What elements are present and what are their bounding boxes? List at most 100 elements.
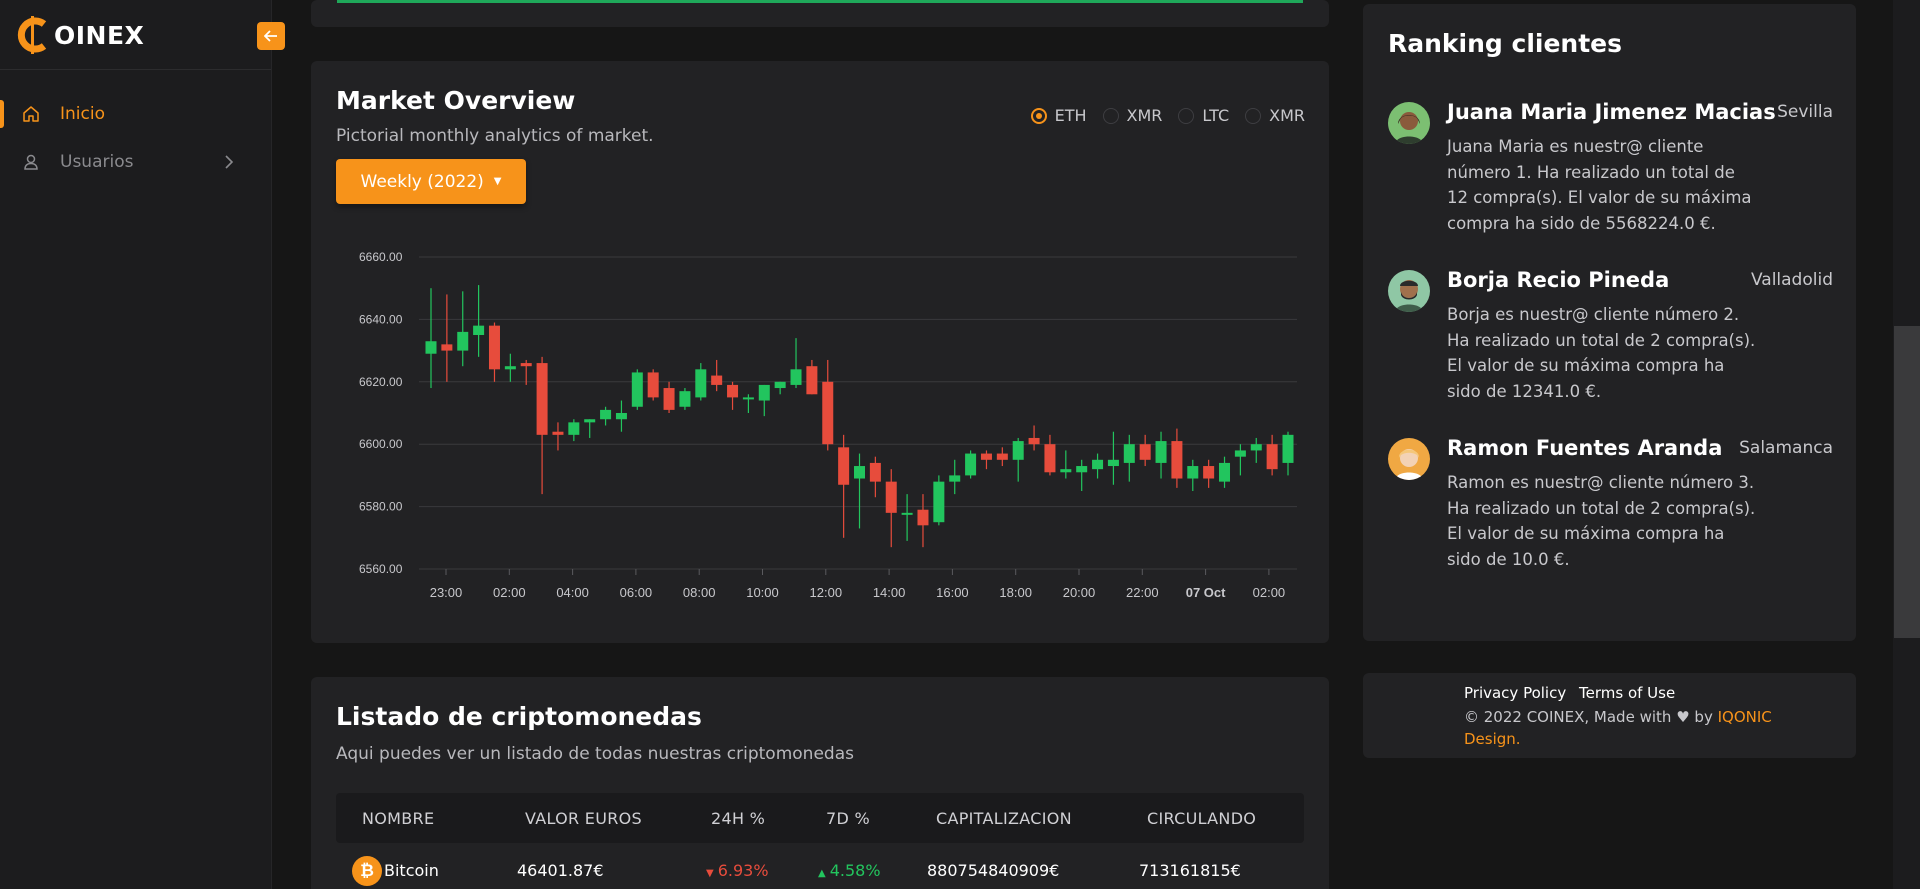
terms-link[interactable]: Terms of Use (1579, 684, 1675, 702)
brand-name: OINEX (54, 21, 145, 50)
x-tick-label: 06:00 (620, 585, 653, 600)
change-24h-value: 6.93% (717, 861, 769, 880)
candle-body (679, 391, 691, 407)
candle-body (949, 475, 961, 482)
candle-body (1234, 450, 1246, 457)
candle-body (869, 462, 881, 482)
candle-body (615, 413, 627, 420)
client-desc: Juana Maria es nuestr@ cliente número 1.… (1447, 137, 1752, 233)
ranking-title: Ranking clientes (1388, 29, 1623, 58)
sidebar-item-label: Usuarios (60, 152, 134, 172)
x-tick-label: 02:00 (1253, 585, 1286, 600)
candle-body (568, 422, 580, 435)
x-tick-label: 23:00 (430, 585, 463, 600)
client-name: Borja Recio Pineda (1447, 268, 1670, 292)
candle-body (758, 384, 770, 401)
arrow-left-icon (263, 27, 278, 46)
candle-body (727, 384, 739, 398)
candle-body (980, 453, 992, 460)
client-city: Salamanca (1739, 438, 1833, 458)
coin-name: Bitcoin (384, 861, 439, 880)
chevron-right-icon (224, 154, 234, 173)
y-tick-label: 6640.00 (359, 312, 403, 326)
client-city: Valladolid (1750, 270, 1833, 290)
candle-body (1107, 459, 1119, 467)
y-tick-label: 6600.00 (359, 437, 403, 451)
coin-cap: 880754840909€ (927, 861, 1060, 880)
col-circulando[interactable]: CIRCULANDO (1147, 809, 1256, 828)
candle-body (742, 397, 754, 400)
ranking-card: Ranking clientes Juana Maria Jimenez Mac… (1363, 4, 1856, 641)
x-tick-label: 10:00 (746, 585, 779, 600)
candle-body (647, 372, 659, 398)
col-7d[interactable]: 7D % (826, 809, 870, 828)
crypto-subtitle: Aqui puedes ver un listado de todas nues… (336, 744, 854, 764)
client-name: Ramon Fuentes Aranda (1447, 436, 1723, 460)
candle-body (441, 344, 453, 351)
client-desc: Borja es nuestr@ cliente número 2. Ha re… (1447, 305, 1756, 401)
col-nombre[interactable]: NOMBRE (362, 809, 434, 828)
x-tick-label: 16:00 (936, 585, 969, 600)
candle-body (1044, 444, 1056, 473)
candle-body (806, 366, 818, 395)
x-tick-label: 04:00 (556, 585, 589, 600)
privacy-link[interactable]: Privacy Policy (1464, 684, 1566, 702)
arrow-down-icon: ▼ (706, 868, 714, 879)
brand[interactable]: OINEX (0, 0, 271, 70)
x-tick-label: 22:00 (1126, 585, 1159, 600)
candle-body (1076, 466, 1088, 473)
crypto-title: Listado de criptomonedas (336, 702, 702, 731)
x-tick-label: 12:00 (810, 585, 843, 600)
col-capitalizacion[interactable]: CAPITALIZACION (936, 809, 1072, 828)
sidebar-collapse-button[interactable] (257, 22, 285, 50)
x-tick-label: 20:00 (1063, 585, 1096, 600)
candle-body (600, 409, 612, 420)
change-7d-value: 4.58% (829, 861, 881, 880)
candle-body (663, 388, 675, 410)
scrollbar-thumb[interactable] (1894, 326, 1920, 638)
candle-body (457, 331, 469, 351)
candle-body (1060, 469, 1072, 473)
progress-bar (337, 0, 1303, 3)
sidebar-nav: Inicio Usuarios (0, 90, 271, 186)
footer-copyright: © 2022 COINEX, Made with ♥ by IQONIC Des… (1464, 706, 1784, 750)
candle-body (584, 419, 596, 423)
sidebar: OINEX Inicio Usuarios (0, 0, 272, 889)
candle-body (1250, 444, 1262, 451)
previous-card (311, 0, 1329, 27)
candle-body (885, 481, 897, 513)
candle-body (790, 369, 802, 385)
client-city: Sevilla (1777, 102, 1833, 122)
candle-body (711, 375, 723, 385)
table-row[interactable]: ₿ Bitcoin 46401.87€ ▼ 6.93% ▲ 4.58% 880754… (336, 853, 1304, 889)
y-tick-label: 6620.00 (359, 375, 403, 389)
footer: Privacy Policy Terms of Use © 2022 COINE… (1363, 673, 1856, 758)
copyright-text: © 2022 COINEX, Made with (1464, 708, 1672, 726)
x-tick-label: 08:00 (683, 585, 716, 600)
y-tick-label: 6580.00 (359, 500, 403, 514)
candle-body (631, 372, 643, 407)
candle-body (1187, 466, 1199, 479)
candle-body (1092, 459, 1104, 470)
sidebar-item-usuarios[interactable]: Usuarios (0, 138, 271, 186)
market-overview-card: Market Overview Pictorial monthly analyt… (311, 61, 1329, 643)
col-valor[interactable]: VALOR EUROS (525, 809, 642, 828)
col-24h[interactable]: 24H % (711, 809, 765, 828)
x-tick-label: 14:00 (873, 585, 906, 600)
crypto-list-card: Listado de criptomonedas Aqui puedes ver… (311, 677, 1329, 889)
candle-body (774, 381, 786, 389)
candle-body (536, 363, 548, 435)
arrow-up-icon: ▲ (818, 868, 826, 879)
candlestick-chart[interactable]: 6660.00 6640.00 6620.00 6600.00 6580.00 6560.… (311, 61, 1329, 643)
y-tick-label: 6660.00 (359, 250, 403, 264)
sidebar-item-inicio[interactable]: Inicio (0, 90, 271, 138)
x-tick-label: 07 Oct (1186, 585, 1226, 600)
candle-body (520, 363, 532, 367)
candle-body (1012, 441, 1024, 460)
heart-icon: ♥ (1676, 708, 1690, 726)
coin-change-24h: ▼ 6.93% (706, 861, 769, 880)
candle-body (933, 481, 945, 523)
candle-body (996, 453, 1008, 460)
candle-body (838, 447, 850, 485)
candle-body (901, 512, 913, 515)
